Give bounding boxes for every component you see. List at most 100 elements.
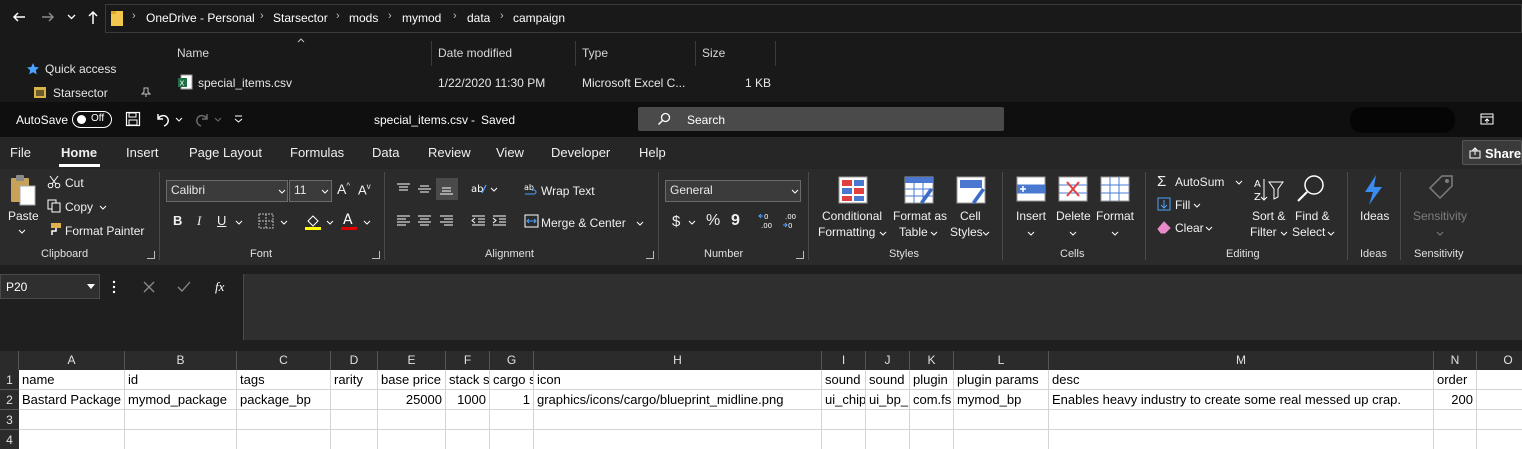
alignment-launcher-icon[interactable] bbox=[646, 251, 654, 259]
nav-quick-access[interactable]: Quick access bbox=[45, 62, 116, 76]
autosave-toggle[interactable]: Off bbox=[72, 111, 112, 128]
column-header-f[interactable]: F bbox=[446, 351, 490, 370]
tab-view[interactable]: View bbox=[496, 145, 524, 160]
number-launcher-icon[interactable] bbox=[796, 251, 804, 259]
breadcrumb-campaign[interactable]: campaign bbox=[513, 11, 565, 25]
bold-button[interactable]: B bbox=[173, 213, 182, 228]
font-color-dropdown-icon[interactable] bbox=[363, 220, 371, 225]
row-header-3[interactable]: 3 bbox=[0, 410, 19, 430]
cell-j2[interactable]: ui_bp_ bbox=[866, 390, 910, 410]
fill-dropdown-icon[interactable] bbox=[1193, 203, 1201, 208]
column-header-o[interactable]: O bbox=[1477, 351, 1522, 370]
undo-dropdown-icon[interactable] bbox=[175, 117, 183, 122]
cell-b3[interactable] bbox=[125, 410, 237, 430]
delete-cells-label[interactable]: Delete bbox=[1056, 209, 1091, 223]
cell-f1[interactable]: stack s bbox=[446, 370, 490, 390]
cell-i4[interactable] bbox=[822, 430, 866, 449]
cell-d2[interactable] bbox=[331, 390, 378, 410]
chevron-down-icon[interactable] bbox=[1027, 231, 1035, 236]
cell-a4[interactable] bbox=[19, 430, 125, 449]
cell-e2[interactable]: 25000 bbox=[378, 390, 446, 410]
cell-m2[interactable]: Enables heavy industry to create some re… bbox=[1049, 390, 1434, 410]
column-header-j[interactable]: J bbox=[866, 351, 910, 370]
italic-button[interactable]: I bbox=[197, 213, 201, 229]
cell-i1[interactable]: sound bbox=[822, 370, 866, 390]
paste-icon[interactable] bbox=[9, 174, 37, 206]
cell-g2[interactable]: 1 bbox=[490, 390, 534, 410]
cell-l3[interactable] bbox=[954, 410, 1049, 430]
breadcrumb-onedrive[interactable]: OneDrive - Personal bbox=[146, 11, 255, 25]
cell-h2[interactable]: graphics/icons/cargo/blueprint_midline.p… bbox=[534, 390, 822, 410]
format-painter-icon[interactable] bbox=[47, 222, 62, 236]
column-header-name[interactable]: Name bbox=[177, 46, 209, 60]
cell-m3[interactable] bbox=[1049, 410, 1434, 430]
insert-cells-label[interactable]: Insert bbox=[1016, 209, 1046, 223]
merge-center-icon[interactable] bbox=[524, 214, 539, 228]
chevron-down-icon[interactable] bbox=[982, 231, 990, 236]
cell-m4[interactable] bbox=[1049, 430, 1434, 449]
column-header-d[interactable]: D bbox=[331, 351, 378, 370]
pin-icon[interactable] bbox=[141, 87, 151, 97]
cell-d3[interactable] bbox=[331, 410, 378, 430]
format-cells-icon[interactable] bbox=[1100, 176, 1130, 202]
format-as-table-icon[interactable] bbox=[904, 176, 934, 204]
autosum-label[interactable]: AutoSum bbox=[1175, 175, 1224, 189]
sort-filter-icon[interactable]: AZ bbox=[1254, 176, 1284, 204]
conditional-formatting-label-1[interactable]: Conditional bbox=[822, 209, 882, 223]
column-header-c[interactable]: C bbox=[237, 351, 331, 370]
cell-k4[interactable] bbox=[910, 430, 954, 449]
column-header-h[interactable]: H bbox=[534, 351, 822, 370]
currency-dropdown-icon[interactable] bbox=[688, 220, 696, 225]
column-header-type[interactable]: Type bbox=[582, 46, 608, 60]
cell-a2[interactable]: Bastard Package bbox=[19, 390, 125, 410]
fill-label[interactable]: Fill bbox=[1175, 198, 1190, 212]
merge-center-label[interactable]: Merge & Center bbox=[541, 216, 626, 230]
breadcrumb-mods[interactable]: mods bbox=[349, 11, 378, 25]
chevron-down-icon[interactable] bbox=[1280, 231, 1288, 236]
breadcrumb-data[interactable]: data bbox=[467, 11, 490, 25]
ideas-label[interactable]: Ideas bbox=[1360, 209, 1389, 223]
cell-o3[interactable] bbox=[1477, 410, 1522, 430]
chevron-down-icon[interactable] bbox=[1111, 231, 1119, 236]
borders-dropdown-icon[interactable] bbox=[280, 220, 288, 225]
format-cells-label[interactable]: Format bbox=[1096, 209, 1134, 223]
row-header-4[interactable]: 4 bbox=[0, 430, 19, 449]
align-left-icon[interactable] bbox=[396, 214, 411, 227]
clipboard-launcher-icon[interactable] bbox=[147, 251, 155, 259]
lightning-icon[interactable] bbox=[1362, 174, 1384, 206]
cell-o4[interactable] bbox=[1477, 430, 1522, 449]
cell-l2[interactable]: mymod_bp bbox=[954, 390, 1049, 410]
column-header-k[interactable]: K bbox=[910, 351, 954, 370]
orientation-icon[interactable]: ab bbox=[471, 181, 487, 195]
cell-k1[interactable]: plugin bbox=[910, 370, 954, 390]
tab-review[interactable]: Review bbox=[428, 145, 471, 160]
cell-styles-icon[interactable] bbox=[956, 176, 986, 204]
back-arrow-icon[interactable] bbox=[12, 10, 26, 24]
cell-g3[interactable] bbox=[490, 410, 534, 430]
underline-button[interactable]: U bbox=[217, 213, 226, 228]
enter-checkmark-icon[interactable] bbox=[177, 281, 191, 293]
copy-dropdown-icon[interactable] bbox=[99, 205, 107, 210]
fill-color-icon[interactable] bbox=[304, 212, 322, 230]
align-middle-icon[interactable] bbox=[417, 182, 432, 196]
font-size-select[interactable]: 11 bbox=[289, 180, 332, 202]
conditional-formatting-icon[interactable] bbox=[838, 176, 868, 204]
cell-n2[interactable]: 200 bbox=[1434, 390, 1477, 410]
cell-e3[interactable] bbox=[378, 410, 446, 430]
column-header-a[interactable]: A bbox=[19, 351, 125, 370]
more-options-icon[interactable] bbox=[112, 280, 116, 294]
name-box[interactable]: P20 bbox=[0, 274, 100, 299]
cell-styles-label-2[interactable]: Styles bbox=[950, 225, 983, 239]
tab-file[interactable]: File bbox=[10, 145, 31, 160]
currency-button[interactable]: $ bbox=[672, 213, 680, 230]
autosum-icon[interactable]: Σ bbox=[1157, 173, 1166, 190]
number-format-select[interactable]: General bbox=[665, 180, 801, 202]
cell-e4[interactable] bbox=[378, 430, 446, 449]
cell-g4[interactable] bbox=[490, 430, 534, 449]
breadcrumb-mymod[interactable]: mymod bbox=[402, 11, 441, 25]
cell-n4[interactable] bbox=[1434, 430, 1477, 449]
redo-dropdown-icon[interactable] bbox=[214, 117, 222, 122]
customize-qat-icon[interactable] bbox=[234, 115, 243, 123]
paste-label[interactable]: Paste bbox=[8, 209, 39, 223]
cell-i3[interactable] bbox=[822, 410, 866, 430]
